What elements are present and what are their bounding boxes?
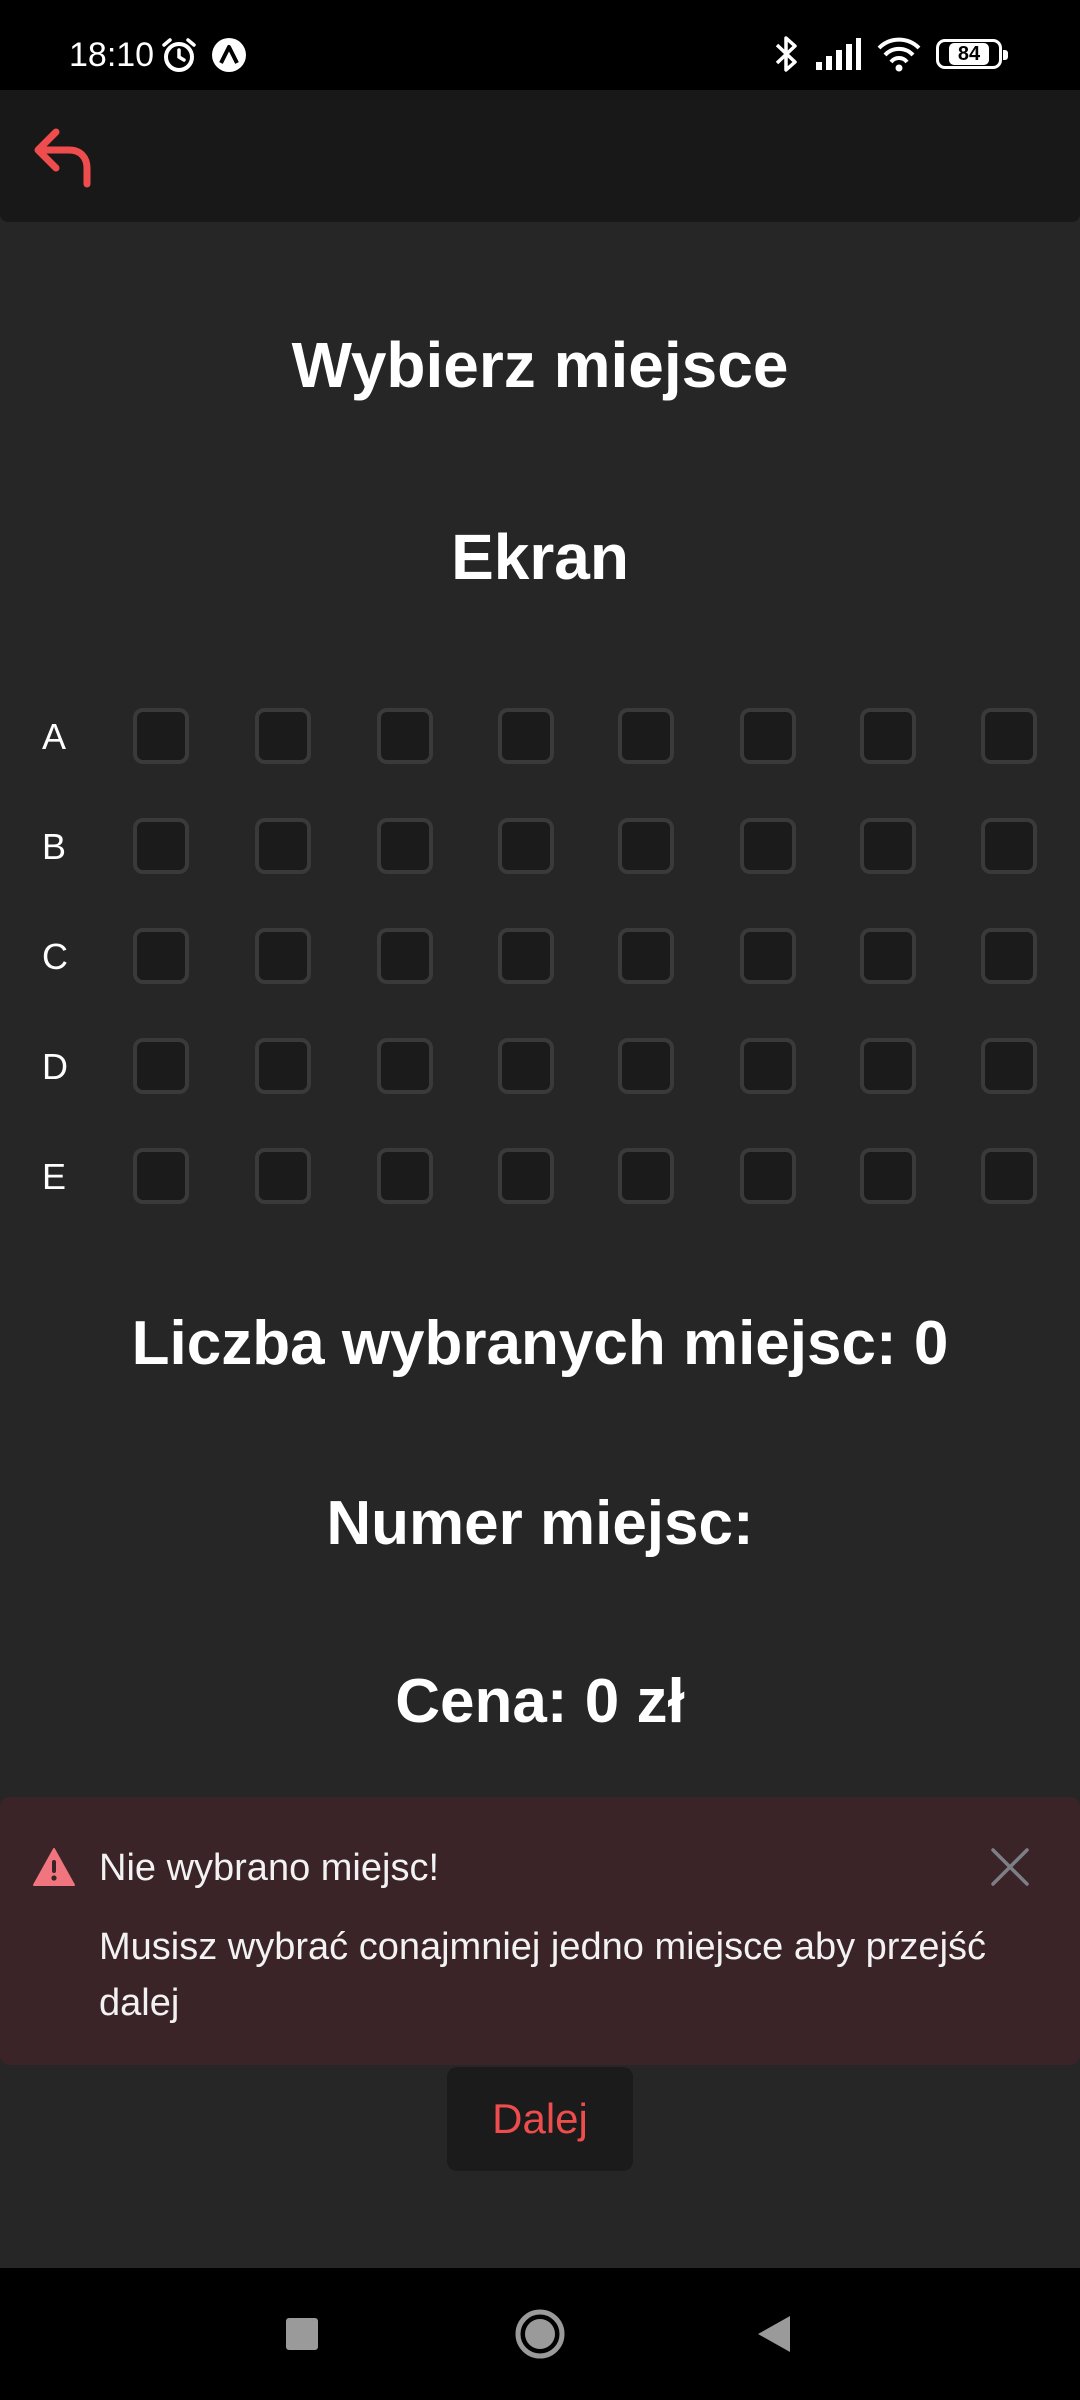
seat-checkbox[interactable] [255,1148,311,1204]
seat-row: C [0,928,1080,984]
row-label: C [42,936,68,977]
battery-icon: 84 [936,39,1008,69]
seat-checkbox[interactable] [255,1038,311,1094]
seat-checkbox[interactable] [377,1038,433,1094]
seat-row: D [0,1038,1080,1094]
seat-checkbox[interactable] [498,818,554,874]
app-header [0,90,1080,222]
seat-checkbox[interactable] [860,708,916,764]
status-bar: 18:10 84 [0,0,1080,90]
seat-checkbox[interactable] [740,708,796,764]
system-nav-bar [0,2268,1080,2400]
row-label: B [42,826,67,867]
alert-message: Musisz wybrać conajmniej jedno miejsce a… [99,1926,987,2024]
seat-checkbox[interactable] [133,1038,189,1094]
seat-checkbox[interactable] [377,1148,433,1204]
seat-checkbox[interactable] [133,1148,189,1204]
seat-numbers: Numer miejsc: [326,1489,754,1558]
alert-title: Nie wybrano miejsc! [99,1847,439,1889]
seat-checkbox[interactable] [981,818,1037,874]
seat-checkbox[interactable] [740,1148,796,1204]
seat-checkbox[interactable] [618,818,674,874]
recents-icon[interactable] [286,2318,318,2350]
battery-level: 84 [948,43,990,65]
seat-checkbox[interactable] [133,708,189,764]
seat-checkbox[interactable] [860,1038,916,1094]
seat-row: E [0,1148,1080,1204]
seat-checkbox[interactable] [498,708,554,764]
row-label: E [42,1156,67,1197]
seat-checkbox[interactable] [498,1148,554,1204]
seat-checkbox[interactable] [498,1038,554,1094]
back-arrow-icon [34,128,91,188]
seat-checkbox[interactable] [860,928,916,984]
seat-checkbox[interactable] [740,818,796,874]
seat-row: B [0,818,1080,874]
status-time: 18:10 [69,36,155,74]
close-icon[interactable] [988,1845,1032,1889]
back-button[interactable] [24,116,106,198]
seat-checkbox[interactable] [255,818,311,874]
seat-checkbox[interactable] [740,928,796,984]
app-screen: Wybierz miejsce Ekran A B C D E Liczba wybra… [0,90,1080,2268]
seat-checkbox[interactable] [618,1148,674,1204]
seat-checkbox[interactable] [377,708,433,764]
seat-checkbox[interactable] [377,928,433,984]
seat-checkbox[interactable] [618,928,674,984]
seat-row: A [0,708,1080,764]
seat-checkbox[interactable] [618,1038,674,1094]
status-right-icons: 84 [772,34,1008,74]
seat-checkbox[interactable] [981,1148,1037,1204]
back-icon[interactable] [756,2314,792,2354]
seat-checkbox[interactable] [860,1148,916,1204]
alarm-icon [162,38,196,72]
seat-checkbox[interactable] [860,818,916,874]
status-left-icons [160,36,248,74]
warning-icon [33,1848,75,1886]
app-notification-icon [212,38,246,72]
bluetooth-icon [775,36,797,72]
screen-label: Ekran [451,521,629,593]
seat-checkbox[interactable] [133,928,189,984]
seat-checkbox[interactable] [981,1038,1037,1094]
signal-icon [816,38,861,70]
seat-checkbox[interactable] [377,818,433,874]
seat-checkbox[interactable] [981,928,1037,984]
seat-checkbox[interactable] [498,928,554,984]
seat-checkbox[interactable] [740,1038,796,1094]
seat-checkbox[interactable] [981,708,1037,764]
page-title: Wybierz miejsce [291,329,789,401]
price: Cena: 0 zł [395,1667,685,1736]
row-label: D [42,1046,68,1087]
seat-checkbox[interactable] [255,928,311,984]
home-icon[interactable] [514,2308,566,2360]
seat-checkbox[interactable] [133,818,189,874]
wifi-icon [877,37,921,72]
row-label: A [42,716,67,757]
seat-checkbox[interactable] [618,708,674,764]
error-alert: Nie wybrano miejsc! Musisz wybrać conajm… [0,1797,1080,2065]
selected-count: Liczba wybranych miejsc: 0 [131,1309,949,1378]
seat-checkbox[interactable] [255,708,311,764]
next-button[interactable]: Dalej [447,2067,633,2171]
